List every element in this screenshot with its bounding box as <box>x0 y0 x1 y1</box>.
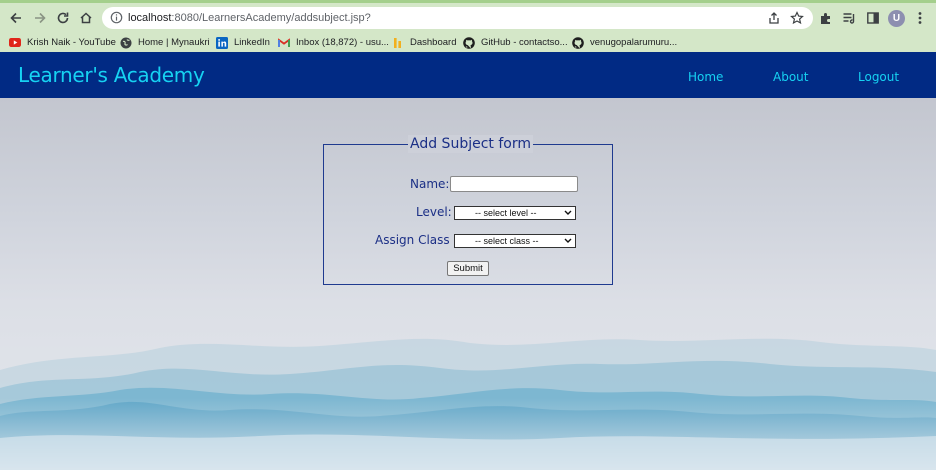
reload-button[interactable] <box>52 7 74 29</box>
url-path: :8080/LearnersAcademy/addsubject.jsp? <box>171 12 371 24</box>
app-header: Learner's Academy Home About Logout <box>0 52 936 98</box>
url-host: localhost <box>128 12 172 24</box>
github-icon <box>572 36 584 49</box>
bookmark-label: Home | Mynaukri <box>138 37 210 48</box>
bookmark-github-venugopal[interactable]: venugopalarumuru... <box>572 33 677 52</box>
home-icon <box>80 12 92 24</box>
bookmark-label: LinkedIn <box>234 37 270 48</box>
github-icon <box>463 36 475 49</box>
bookmark-label: venugopalarumuru... <box>590 37 678 48</box>
bookmark-github-contact[interactable]: GitHub - contactso... <box>463 33 568 52</box>
linkedin-icon <box>216 36 228 49</box>
forward-button[interactable] <box>29 7 51 29</box>
bookmark-label: GitHub - contactso... <box>481 37 568 48</box>
assign-class-label: Assign Class : <box>375 233 458 247</box>
dashboard-icon <box>392 37 404 49</box>
nav-about-link[interactable]: About <box>773 70 808 85</box>
site-info-icon[interactable] <box>110 11 123 27</box>
bookmark-label: Krish Naik - YouTube <box>27 37 116 48</box>
name-label: Name: <box>410 177 450 191</box>
extensions-icon[interactable] <box>817 9 835 27</box>
bookmark-linkedin[interactable]: LinkedIn <box>216 33 270 52</box>
address-url: localhost:8080/LearnersAcademy/addsubjec… <box>128 11 371 25</box>
bookmarks-bar: Krish Naik - YouTube Home | Mynaukri Lin… <box>0 33 936 52</box>
home-button[interactable] <box>75 7 97 29</box>
class-select[interactable]: -- select class -- <box>454 234 576 248</box>
chevron-down-icon <box>564 238 572 243</box>
gmail-icon <box>278 37 290 49</box>
page-content: Add Subject form Name: Level: -- select … <box>0 98 936 470</box>
class-select-value: -- select class -- <box>475 236 539 246</box>
reload-icon <box>57 12 69 24</box>
nav-home-link[interactable]: Home <box>688 70 723 85</box>
reading-list-icon[interactable] <box>840 9 858 27</box>
browser-chrome: localhost:8080/LearnersAcademy/addsubjec… <box>0 0 936 52</box>
forward-arrow-icon <box>35 12 46 24</box>
browser-toolbar: localhost:8080/LearnersAcademy/addsubjec… <box>0 6 936 30</box>
bookmark-youtube[interactable]: Krish Naik - YouTube <box>9 33 116 52</box>
bookmark-dashboard[interactable]: Dashboard <box>392 33 456 52</box>
form-legend: Add Subject form <box>408 135 533 153</box>
side-panel-icon[interactable] <box>864 9 882 27</box>
brand-title[interactable]: Learner's Academy <box>18 63 205 87</box>
kebab-menu-icon[interactable] <box>911 9 929 27</box>
bookmark-star-icon[interactable] <box>789 10 805 26</box>
add-subject-form: Add Subject form Name: Level: -- select … <box>323 135 613 285</box>
bookmark-gmail[interactable]: Inbox (18,872) - usu... <box>278 33 389 52</box>
level-label: Level: <box>416 205 452 219</box>
back-button[interactable] <box>5 7 27 29</box>
profile-avatar[interactable]: U <box>888 10 905 27</box>
submit-button[interactable]: Submit <box>447 261 489 276</box>
bookmark-mynaukri[interactable]: Home | Mynaukri <box>120 33 210 52</box>
chevron-down-icon <box>564 210 572 215</box>
youtube-icon <box>9 37 21 49</box>
level-select[interactable]: -- select level -- <box>454 206 576 220</box>
bookmark-label: Inbox (18,872) - usu... <box>296 37 389 48</box>
address-bar[interactable]: localhost:8080/LearnersAcademy/addsubjec… <box>102 7 813 29</box>
name-input[interactable] <box>450 176 578 192</box>
level-select-value: -- select level -- <box>475 208 537 218</box>
nav-logout-link[interactable]: Logout <box>858 70 899 85</box>
bookmark-label: Dashboard <box>410 37 457 48</box>
back-arrow-icon <box>10 12 21 24</box>
share-icon[interactable] <box>766 10 782 26</box>
globe-icon <box>120 37 132 49</box>
